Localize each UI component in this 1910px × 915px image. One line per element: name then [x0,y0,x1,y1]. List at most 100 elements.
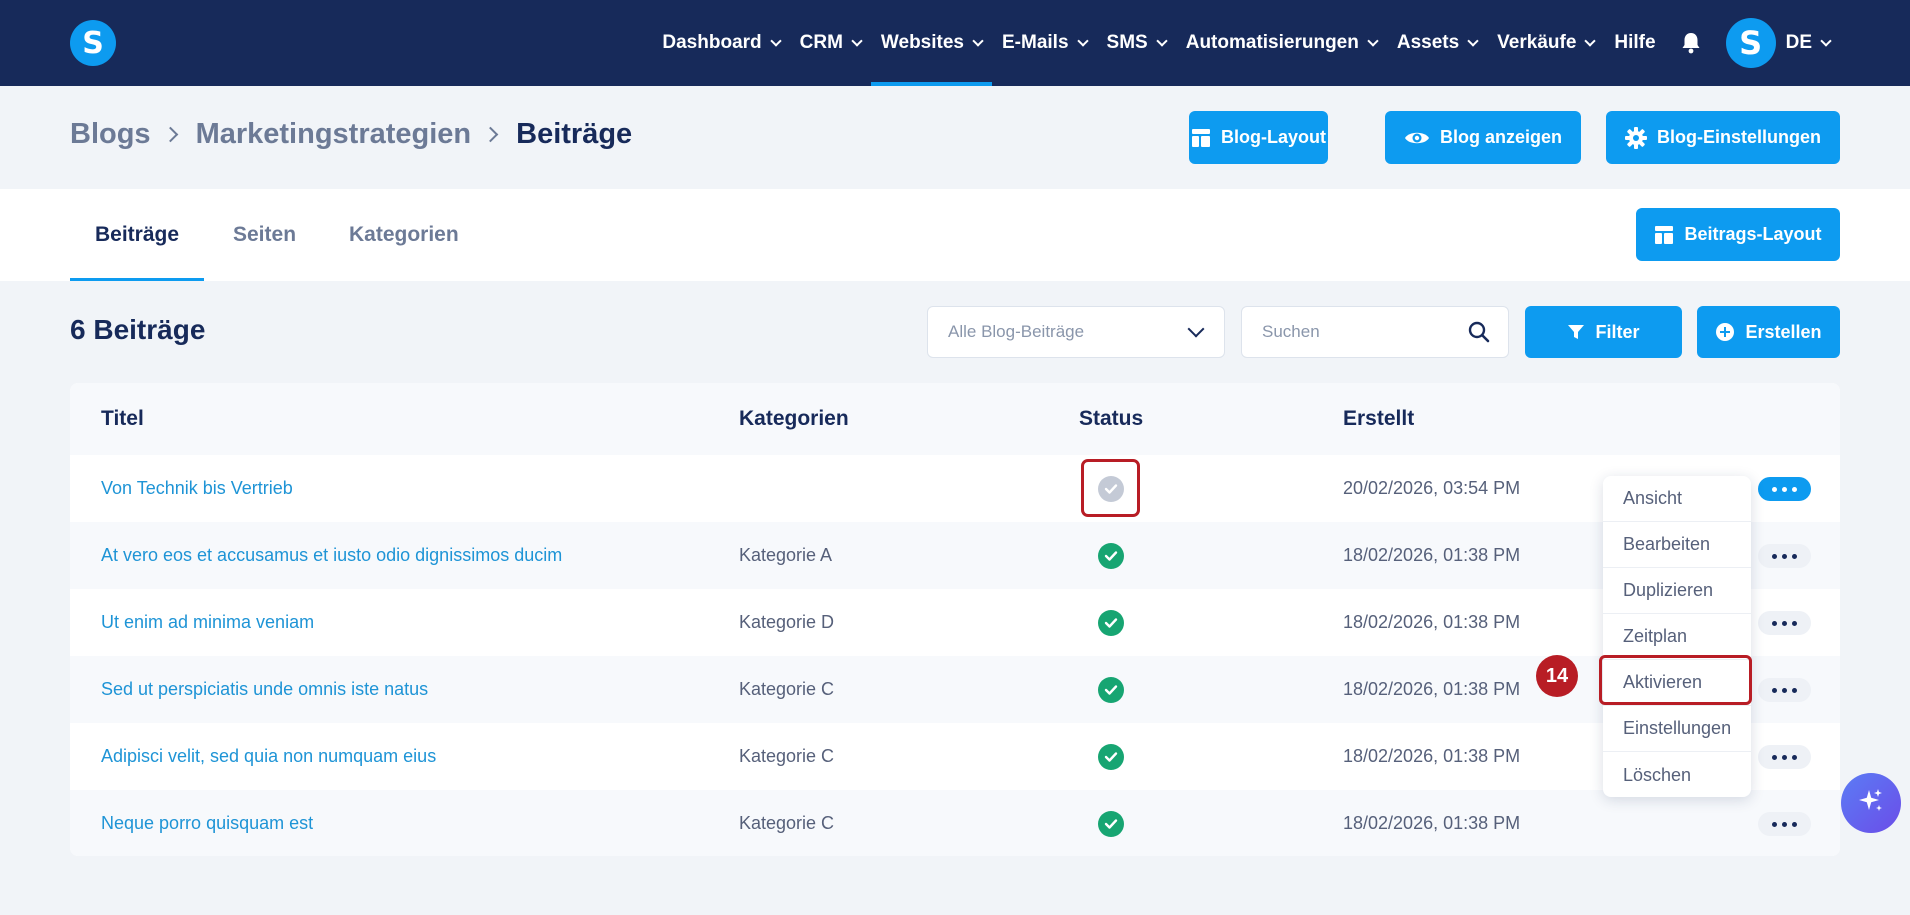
column-header-categories[interactable]: Kategorien [739,383,849,455]
table-row: Neque porro quisquam est Kategorie C 18/… [70,790,1840,856]
row-actions-button[interactable] [1758,477,1811,501]
post-created-date: 20/02/2026, 03:54 PM [1343,478,1521,498]
chevron-down-icon [1076,34,1089,47]
status-active-icon[interactable] [1098,677,1124,703]
table-row: Von Technik bis Vertrieb 20/02/2026, 03:… [70,455,1840,522]
row-actions-button[interactable] [1758,812,1811,836]
post-title-link[interactable]: Ut enim ad minima veniam [101,589,314,656]
status-active-icon[interactable] [1098,744,1124,770]
nav-label: Hilfe [1614,32,1656,53]
post-created-date: 18/02/2026, 01:38 PM [1343,813,1521,833]
create-button[interactable]: Erstellen [1697,306,1840,358]
chevron-down-icon [1467,34,1479,47]
menu-item-view[interactable]: Ansicht [1603,476,1751,522]
blog-settings-button[interactable]: Blog-Einstellungen [1606,111,1840,164]
nav-item-websites[interactable]: Websites [870,0,993,86]
column-header-title[interactable]: Titel [101,383,144,455]
avatar[interactable]: S [1725,18,1776,68]
button-label: Filter [1595,321,1640,342]
column-header-status[interactable]: Status [1079,383,1143,455]
chevron-down-icon [1367,34,1379,47]
status-active-icon[interactable] [1098,610,1124,636]
row-actions-menu: Ansicht Bearbeiten Duplizieren Zeitplan … [1603,476,1751,797]
tab-posts[interactable]: Beiträge [70,189,205,281]
app-logo[interactable]: S [70,20,116,66]
post-filter-select[interactable]: Alle Blog-Beiträge [927,306,1225,358]
tab-categories[interactable]: Kategorien [324,189,484,281]
step-number-badge: 14 [1536,655,1578,697]
nav-item-assets[interactable]: Assets [1387,0,1487,86]
sparkle-icon [1857,787,1885,820]
tab-label: Kategorien [349,223,459,246]
menu-item-edit[interactable]: Bearbeiten [1603,522,1751,568]
language-selector[interactable]: DE [1776,0,1840,86]
chevron-right-icon [162,126,178,143]
bell-icon[interactable] [1680,32,1702,54]
nav-item-sales[interactable]: Verkäufe [1487,0,1604,86]
post-title-link[interactable]: Adipisci velit, sed quia non numquam eiu… [101,723,436,790]
breadcrumb-current: Beiträge [516,118,633,150]
post-created-date: 18/02/2026, 01:38 PM [1343,612,1521,632]
nav-label: Websites [880,32,964,53]
chevron-down-icon [769,34,782,47]
post-title-link[interactable]: Sed ut perspiciatis unde omnis iste natu… [101,656,428,723]
nav-label: Automatisierungen [1185,32,1359,53]
nav-label: Verkäufe [1497,32,1577,53]
post-category: Kategorie D [739,612,835,632]
status-active-icon[interactable] [1098,543,1124,569]
plus-circle-icon [1715,322,1735,342]
button-label: Blog-Layout [1221,127,1326,147]
menu-item-settings[interactable]: Einstellungen [1603,706,1751,752]
row-actions-button[interactable] [1758,611,1811,635]
activate-highlight-box [1599,655,1752,705]
filter-button[interactable]: Filter [1525,306,1682,358]
nav-item-help[interactable]: Hilfe [1604,0,1665,86]
nav-label: E-Mails [1002,32,1069,53]
button-label: Erstellen [1745,321,1822,342]
blog-layout-button[interactable]: Blog-Layout [1189,111,1328,164]
chevron-down-icon [1820,34,1832,47]
nav-item-automations[interactable]: Automatisierungen [1176,0,1387,86]
breadcrumb-blog[interactable]: Marketingstrategien [196,118,472,151]
search-icon[interactable] [1468,321,1490,348]
search-input[interactable] [1262,307,1462,357]
chevron-down-icon [1584,34,1597,47]
post-created-date: 18/02/2026, 01:38 PM [1343,746,1521,766]
top-navigation: S Dashboard CRM Websites E-Mails SMS Aut… [0,0,1910,86]
language-label: DE [1785,32,1812,53]
breadcrumb-blogs[interactable]: Blogs [70,118,151,151]
nav-item-crm[interactable]: CRM [790,0,871,86]
tab-label: Seiten [233,223,297,246]
row-actions-button[interactable] [1758,678,1811,702]
nav-label: SMS [1106,32,1148,53]
row-actions-button[interactable] [1758,544,1811,568]
post-layout-button[interactable]: Beitrags-Layout [1636,208,1840,261]
tab-pages[interactable]: Seiten [208,189,321,281]
row-actions-button[interactable] [1758,745,1811,769]
column-header-created[interactable]: Erstellt [1343,383,1414,455]
nav-item-sms[interactable]: SMS [1097,0,1176,86]
post-title-link[interactable]: At vero eos et accusamus et iusto odio d… [101,522,562,589]
nav-item-dashboard[interactable]: Dashboard [652,0,789,86]
ai-assistant-button[interactable] [1841,773,1901,833]
post-title-link[interactable]: Von Technik bis Vertrieb [101,455,293,522]
status-active-icon[interactable] [1098,811,1124,837]
button-label: Beitrags-Layout [1684,224,1822,244]
filter-icon [1567,323,1585,341]
view-blog-button[interactable]: Blog anzeigen [1385,111,1581,164]
nav-label: Dashboard [662,32,762,53]
nav-item-emails[interactable]: E-Mails [992,0,1097,86]
post-count-title: 6 Beiträge [70,314,206,345]
chevron-right-icon [482,126,499,143]
search-field [1241,306,1509,358]
posts-table: Titel Kategorien Status Erstellt Von Tec… [70,383,1840,856]
tab-label: Beiträge [95,223,180,246]
menu-item-duplicate[interactable]: Duplizieren [1603,568,1751,614]
table-row: Adipisci velit, sed quia non numquam eiu… [70,723,1840,790]
table-header: Titel Kategorien Status Erstellt [70,383,1840,455]
eye-icon [1404,129,1430,147]
tabs-panel: Beiträge Seiten Kategorien Beitrags-Layo… [0,189,1910,281]
menu-item-schedule[interactable]: Zeitplan [1603,614,1751,660]
post-title-link[interactable]: Neque porro quisquam est [101,790,313,856]
menu-item-delete[interactable]: Löschen [1603,752,1751,798]
